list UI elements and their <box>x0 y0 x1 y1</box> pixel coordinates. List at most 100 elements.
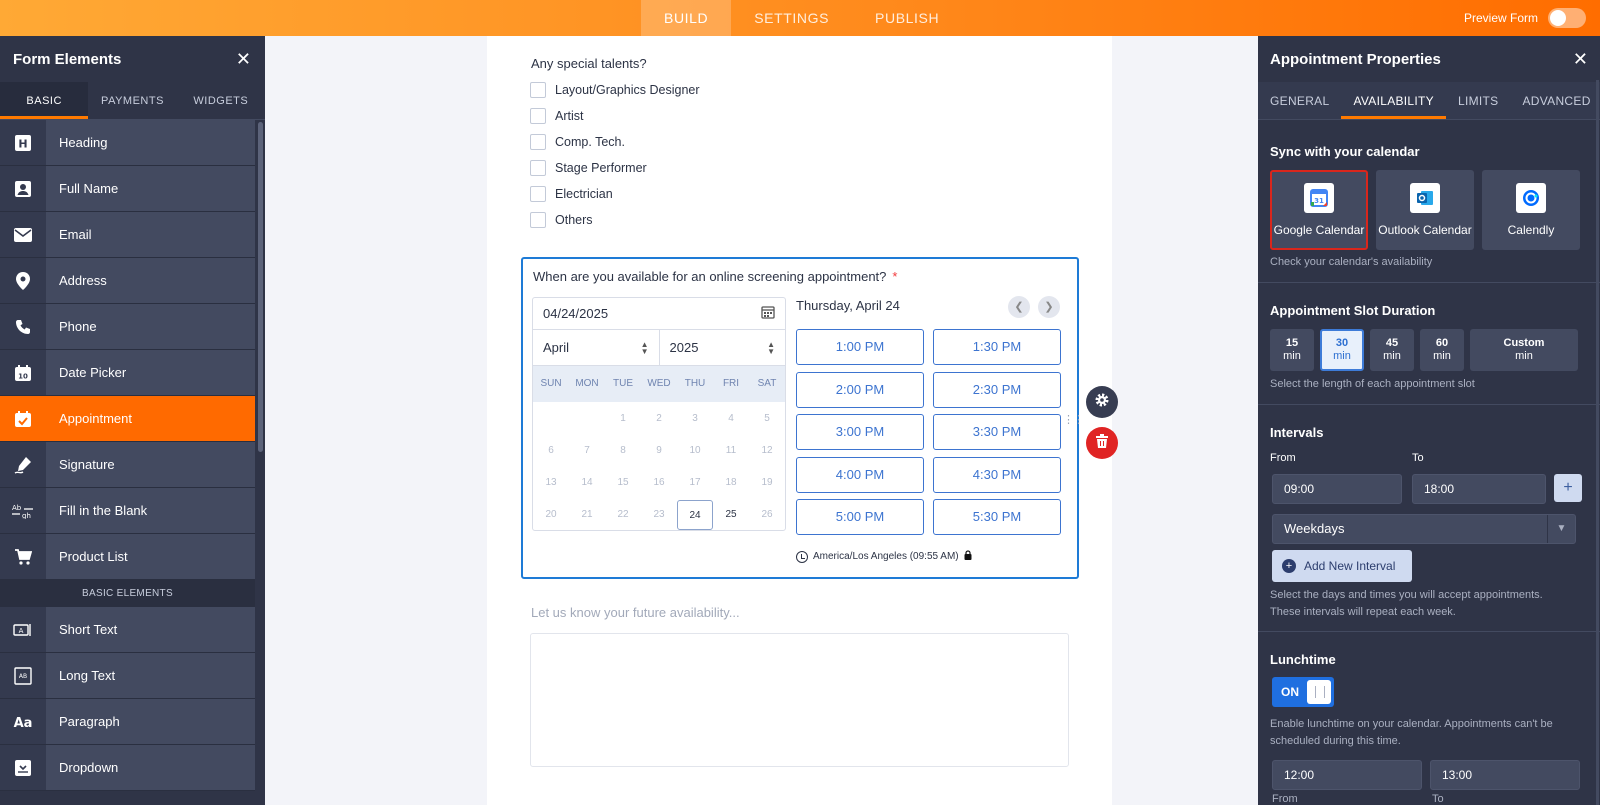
element-phone[interactable]: Phone <box>0 304 255 350</box>
duration-30[interactable]: 30 min <box>1320 329 1364 371</box>
calendar-day: 15 <box>617 477 629 488</box>
add-new-interval-button[interactable]: + Add New Interval <box>1272 550 1412 582</box>
element-heading[interactable]: H Heading <box>0 120 255 166</box>
button-label: Add New Interval <box>1304 559 1396 573</box>
element-signature[interactable]: Signature <box>0 442 255 488</box>
time-slot-button[interactable]: 4:00 PM <box>796 456 924 493</box>
close-icon[interactable]: ✕ <box>1573 49 1588 70</box>
duration-15[interactable]: 15 min <box>1270 329 1314 371</box>
svg-text:Ab: Ab <box>12 504 22 512</box>
tab-limits[interactable]: LIMITS <box>1446 82 1510 119</box>
element-short-text[interactable]: A Short Text <box>0 607 255 653</box>
next-day-button[interactable]: ❯ <box>1038 296 1060 318</box>
checkbox-option[interactable]: Artist <box>530 108 583 124</box>
time-slot-button[interactable]: 2:00 PM <box>796 371 924 408</box>
element-label: Long Text <box>46 653 255 698</box>
duration-60[interactable]: 60 min <box>1420 329 1464 371</box>
element-full-name[interactable]: Full Name <box>0 166 255 212</box>
interval-from-input[interactable]: 09:00 <box>1272 474 1402 504</box>
checkbox[interactable] <box>530 212 546 228</box>
checkbox-label: Stage Performer <box>555 161 647 175</box>
checkbox[interactable] <box>530 82 546 98</box>
delete-field-button[interactable] <box>1086 427 1118 459</box>
checkbox-option[interactable]: Others <box>530 212 593 228</box>
lunch-from-input[interactable]: 12:00 <box>1272 760 1422 790</box>
checkbox-option[interactable]: Stage Performer <box>530 160 647 176</box>
preview-form: Preview Form <box>1464 0 1586 36</box>
slot-hint: Select the length of each appointment sl… <box>1270 378 1475 390</box>
future-availability-textarea[interactable] <box>530 633 1069 767</box>
time-slot-button[interactable]: 1:30 PM <box>933 329 1061 365</box>
element-fill-blank[interactable]: Ab gh Fill in the Blank <box>0 488 255 534</box>
calendar-day: 22 <box>617 509 629 520</box>
tab-payments[interactable]: PAYMENTS <box>88 82 176 119</box>
month-select[interactable]: April ▲ ▼ <box>533 330 659 365</box>
checkbox-option[interactable]: Electrician <box>530 186 613 202</box>
time-slot-button[interactable]: 4:30 PM <box>933 456 1061 493</box>
tab-publish[interactable]: PUBLISH <box>852 0 962 36</box>
calendar-day[interactable]: 24 <box>677 500 713 530</box>
checkbox[interactable] <box>530 160 546 176</box>
checkbox-option[interactable]: Layout/Graphics Designer <box>530 82 700 98</box>
year-select[interactable]: 2025 ▲ ▼ <box>658 330 786 365</box>
element-long-text[interactable]: AB Long Text <box>0 653 255 699</box>
tab-settings[interactable]: SETTINGS <box>731 0 852 36</box>
time-slot-button[interactable]: 3:00 PM <box>796 414 924 450</box>
lock-icon <box>964 550 972 563</box>
tab-advanced[interactable]: ADVANCED <box>1510 82 1600 119</box>
divider <box>1258 631 1600 632</box>
element-dropdown[interactable]: Dropdown <box>0 745 255 791</box>
tab-widgets[interactable]: WIDGETS <box>177 82 265 119</box>
from-label: From <box>1270 452 1296 464</box>
calendly-option[interactable]: Calendly <box>1482 170 1580 250</box>
date-input[interactable]: 04/24/2025 <box>532 297 786 329</box>
builder-tabs: BUILD SETTINGS PUBLISH <box>641 0 962 36</box>
properties-tabs: GENERAL AVAILABILITY LIMITS ADVANCED <box>1258 82 1600 120</box>
lunchtime-toggle[interactable]: ON <box>1272 677 1334 707</box>
field-settings-button[interactable] <box>1086 386 1118 418</box>
google-calendar-icon: 31 <box>1304 183 1334 213</box>
checkbox[interactable] <box>530 134 546 150</box>
tab-availability[interactable]: AVAILABILITY <box>1341 82 1446 119</box>
tab-basic[interactable]: BASIC <box>0 82 89 119</box>
duration-45[interactable]: 45 min <box>1370 329 1414 371</box>
element-email[interactable]: Email <box>0 212 255 258</box>
element-label: Phone <box>46 304 255 349</box>
preview-form-toggle[interactable] <box>1548 8 1586 28</box>
scrollbar[interactable] <box>1596 80 1599 805</box>
calendar-icon[interactable] <box>761 305 775 322</box>
outlook-calendar-option[interactable]: Outlook Calendar <box>1376 170 1474 250</box>
checkbox[interactable] <box>530 186 546 202</box>
element-label: Dropdown <box>46 745 255 790</box>
element-paragraph[interactable]: Aa Paragraph <box>0 699 255 745</box>
prev-day-button[interactable]: ❮ <box>1008 296 1030 318</box>
drag-handle-icon[interactable]: ⋮⋮ <box>1063 415 1084 426</box>
lunch-to-input[interactable]: 13:00 <box>1430 760 1580 790</box>
time-slot-button[interactable]: 5:30 PM <box>933 499 1061 535</box>
checkbox-option[interactable]: Comp. Tech. <box>530 134 625 150</box>
duration-custom[interactable]: Custom min <box>1470 329 1578 371</box>
time-slot-button[interactable]: 3:30 PM <box>933 414 1061 450</box>
element-product-list[interactable]: Product List <box>0 534 255 580</box>
checkbox[interactable] <box>530 108 546 124</box>
selected-date-title: Thursday, April 24 <box>796 298 900 313</box>
scrollbar[interactable] <box>258 122 263 452</box>
calendar-day[interactable]: 25 <box>713 500 749 530</box>
tab-general[interactable]: GENERAL <box>1258 82 1341 119</box>
interval-to-input[interactable]: 18:00 <box>1412 474 1546 504</box>
time-slot-button[interactable]: 2:30 PM <box>933 371 1061 408</box>
interval-days-select[interactable]: Weekdays ▼ <box>1272 514 1576 544</box>
element-appointment[interactable]: Appointment <box>0 396 255 442</box>
element-label: Heading <box>46 120 255 165</box>
interval-hint-line: These intervals will repeat each week. <box>1270 606 1456 618</box>
element-date-picker[interactable]: 10 Date Picker <box>0 350 255 396</box>
tab-build[interactable]: BUILD <box>641 0 732 36</box>
time-slot-button[interactable]: 5:00 PM <box>796 499 924 535</box>
element-address[interactable]: Address <box>0 258 255 304</box>
appointment-field[interactable]: When are you available for an online scr… <box>521 257 1079 579</box>
time-slot-button[interactable]: 1:00 PM <box>796 329 924 365</box>
google-calendar-option[interactable]: 31 Google Calendar <box>1270 170 1368 250</box>
calendar-day: 13 <box>545 477 557 488</box>
close-icon[interactable]: ✕ <box>236 49 251 70</box>
add-time-button[interactable]: + <box>1554 474 1582 502</box>
